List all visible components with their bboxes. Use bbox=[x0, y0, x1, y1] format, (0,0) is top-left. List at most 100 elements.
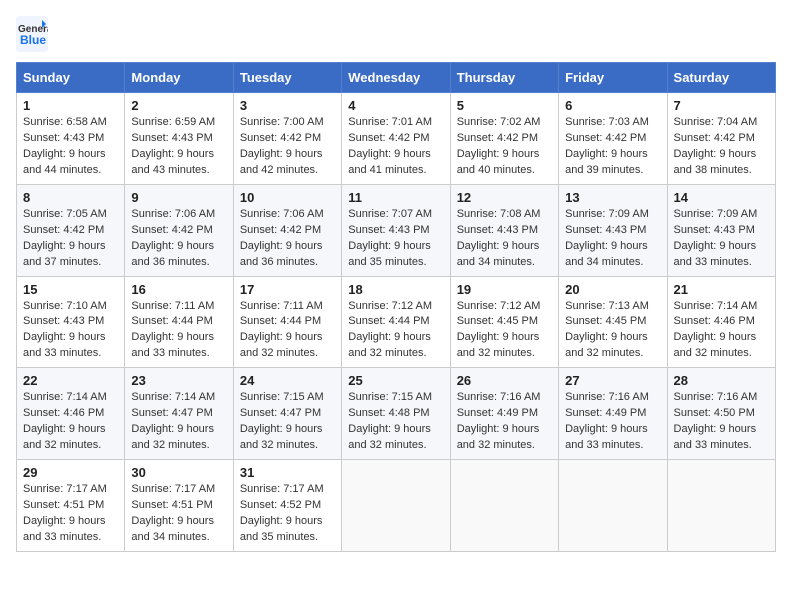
day-detail: Sunrise: 7:11 AMSunset: 4:44 PMDaylight:… bbox=[131, 299, 226, 363]
calendar-cell: 18 Sunrise: 7:12 AMSunset: 4:44 PMDayligh… bbox=[342, 276, 450, 368]
day-number: 23 bbox=[131, 373, 226, 388]
logo-svg: General Blue bbox=[16, 16, 48, 52]
calendar-week-4: 22Sunrise: 7:14 AMSunset: 4:46 PMDayligh… bbox=[17, 368, 776, 460]
day-detail: Sunrise: 7:00 AMSunset: 4:42 PMDaylight:… bbox=[240, 115, 335, 179]
day-detail: Sunrise: 7:10 AMSunset: 4:43 PMDaylight:… bbox=[23, 299, 118, 363]
day-detail: Sunrise: 7:12 AMSunset: 4:45 PMDaylight:… bbox=[457, 299, 552, 363]
calendar-cell: 28 Sunrise: 7:16 AMSunset: 4:50 PMDayligh… bbox=[667, 368, 775, 460]
calendar-cell: 1 Sunrise: 6:58 AMSunset: 4:43 PMDaylight… bbox=[17, 93, 125, 185]
day-number: 25 bbox=[348, 373, 443, 388]
calendar-cell: 19 Sunrise: 7:12 AMSunset: 4:45 PMDayligh… bbox=[450, 276, 558, 368]
day-detail: Sunrise: 7:03 AMSunset: 4:42 PMDaylight:… bbox=[565, 115, 660, 179]
day-detail: Sunrise: 7:14 AMSunset: 4:46 PMDaylight:… bbox=[674, 299, 769, 363]
calendar-cell: 7 Sunrise: 7:04 AMSunset: 4:42 PMDaylight… bbox=[667, 93, 775, 185]
calendar-cell: 21 Sunrise: 7:14 AMSunset: 4:46 PMDayligh… bbox=[667, 276, 775, 368]
day-detail: Sunrise: 7:16 AMSunset: 4:49 PMDaylight:… bbox=[457, 390, 552, 454]
calendar-cell: 11Sunrise: 7:07 AMSunset: 4:43 PMDayligh… bbox=[342, 184, 450, 276]
logo: General Blue bbox=[16, 16, 48, 52]
day-number: 12 bbox=[457, 190, 552, 205]
day-detail: Sunrise: 7:13 AMSunset: 4:45 PMDaylight:… bbox=[565, 299, 660, 363]
calendar-cell: 10Sunrise: 7:06 AMSunset: 4:42 PMDayligh… bbox=[233, 184, 341, 276]
header-day-sunday: Sunday bbox=[17, 63, 125, 93]
calendar-cell: 23 Sunrise: 7:14 AMSunset: 4:47 PMDayligh… bbox=[125, 368, 233, 460]
day-detail: Sunrise: 7:14 AMSunset: 4:47 PMDaylight:… bbox=[131, 390, 226, 454]
day-number: 10 bbox=[240, 190, 335, 205]
calendar-cell bbox=[342, 460, 450, 552]
day-number: 15 bbox=[23, 282, 118, 297]
calendar-week-5: 29 Sunrise: 7:17 AMSunset: 4:51 PMDayligh… bbox=[17, 460, 776, 552]
calendar-cell: 5 Sunrise: 7:02 AMSunset: 4:42 PMDaylight… bbox=[450, 93, 558, 185]
day-number: 5 bbox=[457, 98, 552, 113]
calendar-cell: 8Sunrise: 7:05 AMSunset: 4:42 PMDaylight… bbox=[17, 184, 125, 276]
calendar-cell: 16 Sunrise: 7:11 AMSunset: 4:44 PMDayligh… bbox=[125, 276, 233, 368]
day-number: 20 bbox=[565, 282, 660, 297]
day-number: 27 bbox=[565, 373, 660, 388]
calendar-cell: 15 Sunrise: 7:10 AMSunset: 4:43 PMDayligh… bbox=[17, 276, 125, 368]
calendar-cell: 29Sunrise: 7:17 AMSunset: 4:51 PMDayligh… bbox=[17, 460, 125, 552]
day-number: 30 bbox=[131, 465, 226, 480]
header-day-tuesday: Tuesday bbox=[233, 63, 341, 93]
day-detail: Sunrise: 7:11 AMSunset: 4:44 PMDaylight:… bbox=[240, 299, 335, 363]
calendar-cell: 4Sunrise: 7:01 AMSunset: 4:42 PMDaylight… bbox=[342, 93, 450, 185]
header-day-saturday: Saturday bbox=[667, 63, 775, 93]
day-number: 28 bbox=[674, 373, 769, 388]
day-number: 13 bbox=[565, 190, 660, 205]
calendar-cell: 17 Sunrise: 7:11 AMSunset: 4:44 PMDayligh… bbox=[233, 276, 341, 368]
day-detail: Sunrise: 7:09 AMSunset: 4:43 PMDaylight:… bbox=[674, 207, 769, 271]
calendar-cell: 3 Sunrise: 7:00 AMSunset: 4:42 PMDaylight… bbox=[233, 93, 341, 185]
calendar-cell bbox=[559, 460, 667, 552]
day-detail: Sunrise: 7:09 AMSunset: 4:43 PMDaylight:… bbox=[565, 207, 660, 271]
day-number: 22 bbox=[23, 373, 118, 388]
day-detail: Sunrise: 7:02 AMSunset: 4:42 PMDaylight:… bbox=[457, 115, 552, 179]
day-detail: Sunrise: 7:15 AMSunset: 4:48 PMDaylight:… bbox=[348, 390, 443, 454]
day-detail: Sunrise: 7:17 AMSunset: 4:51 PMDaylight:… bbox=[131, 482, 226, 546]
day-number: 29 bbox=[23, 465, 118, 480]
calendar-cell: 2Sunrise: 6:59 AMSunset: 4:43 PMDaylight… bbox=[125, 93, 233, 185]
calendar-cell: 14 Sunrise: 7:09 AMSunset: 4:43 PMDayligh… bbox=[667, 184, 775, 276]
calendar-cell bbox=[667, 460, 775, 552]
header: General Blue bbox=[16, 16, 776, 52]
day-number: 14 bbox=[674, 190, 769, 205]
day-number: 17 bbox=[240, 282, 335, 297]
calendar-cell: 20 Sunrise: 7:13 AMSunset: 4:45 PMDayligh… bbox=[559, 276, 667, 368]
calendar-cell: 24 Sunrise: 7:15 AMSunset: 4:47 PMDayligh… bbox=[233, 368, 341, 460]
calendar-cell: 31Sunrise: 7:17 AMSunset: 4:52 PMDayligh… bbox=[233, 460, 341, 552]
calendar-cell: 9Sunrise: 7:06 AMSunset: 4:42 PMDaylight… bbox=[125, 184, 233, 276]
day-number: 7 bbox=[674, 98, 769, 113]
day-detail: Sunrise: 7:01 AMSunset: 4:42 PMDaylight:… bbox=[348, 115, 443, 179]
calendar-table: SundayMondayTuesdayWednesdayThursdayFrid… bbox=[16, 62, 776, 552]
day-number: 21 bbox=[674, 282, 769, 297]
day-detail: Sunrise: 7:17 AMSunset: 4:52 PMDaylight:… bbox=[240, 482, 335, 546]
calendar-header-row: SundayMondayTuesdayWednesdayThursdayFrid… bbox=[17, 63, 776, 93]
calendar-week-1: 1 Sunrise: 6:58 AMSunset: 4:43 PMDaylight… bbox=[17, 93, 776, 185]
day-number: 8 bbox=[23, 190, 118, 205]
day-number: 3 bbox=[240, 98, 335, 113]
day-number: 16 bbox=[131, 282, 226, 297]
day-number: 24 bbox=[240, 373, 335, 388]
calendar-cell: 30 Sunrise: 7:17 AMSunset: 4:51 PMDayligh… bbox=[125, 460, 233, 552]
day-detail: Sunrise: 7:12 AMSunset: 4:44 PMDaylight:… bbox=[348, 299, 443, 363]
calendar-cell: 26 Sunrise: 7:16 AMSunset: 4:49 PMDayligh… bbox=[450, 368, 558, 460]
day-detail: Sunrise: 7:15 AMSunset: 4:47 PMDaylight:… bbox=[240, 390, 335, 454]
calendar-cell: 27 Sunrise: 7:16 AMSunset: 4:49 PMDayligh… bbox=[559, 368, 667, 460]
day-detail: Sunrise: 7:16 AMSunset: 4:50 PMDaylight:… bbox=[674, 390, 769, 454]
day-detail: Sunrise: 7:08 AMSunset: 4:43 PMDaylight:… bbox=[457, 207, 552, 271]
calendar-cell: 6Sunrise: 7:03 AMSunset: 4:42 PMDaylight… bbox=[559, 93, 667, 185]
calendar-week-3: 15 Sunrise: 7:10 AMSunset: 4:43 PMDayligh… bbox=[17, 276, 776, 368]
calendar-cell: 12 Sunrise: 7:08 AMSunset: 4:43 PMDayligh… bbox=[450, 184, 558, 276]
day-detail: Sunrise: 6:59 AMSunset: 4:43 PMDaylight:… bbox=[131, 115, 226, 179]
calendar-cell: 25 Sunrise: 7:15 AMSunset: 4:48 PMDayligh… bbox=[342, 368, 450, 460]
day-detail: Sunrise: 7:07 AMSunset: 4:43 PMDaylight:… bbox=[348, 207, 443, 271]
calendar-week-2: 8Sunrise: 7:05 AMSunset: 4:42 PMDaylight… bbox=[17, 184, 776, 276]
day-number: 18 bbox=[348, 282, 443, 297]
day-detail: Sunrise: 7:04 AMSunset: 4:42 PMDaylight:… bbox=[674, 115, 769, 179]
svg-text:Blue: Blue bbox=[20, 33, 46, 47]
calendar-cell: 22Sunrise: 7:14 AMSunset: 4:46 PMDayligh… bbox=[17, 368, 125, 460]
day-number: 19 bbox=[457, 282, 552, 297]
day-number: 26 bbox=[457, 373, 552, 388]
day-number: 1 bbox=[23, 98, 118, 113]
header-day-wednesday: Wednesday bbox=[342, 63, 450, 93]
day-detail: Sunrise: 6:58 AMSunset: 4:43 PMDaylight:… bbox=[23, 115, 118, 179]
day-detail: Sunrise: 7:16 AMSunset: 4:49 PMDaylight:… bbox=[565, 390, 660, 454]
calendar-cell bbox=[450, 460, 558, 552]
